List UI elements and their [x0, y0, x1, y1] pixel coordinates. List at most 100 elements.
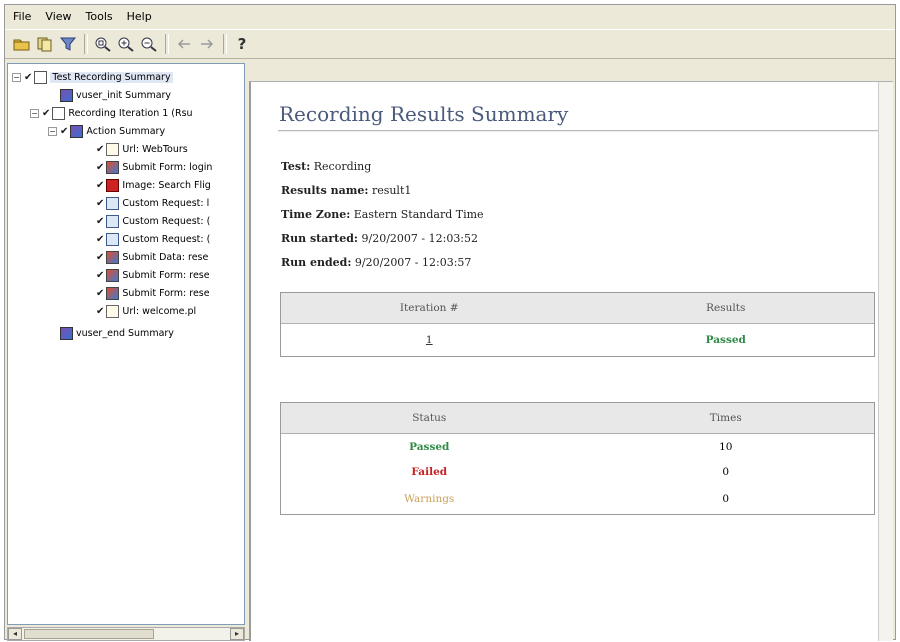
script-icon	[70, 125, 84, 138]
custom-request-icon	[106, 197, 120, 210]
menu-bar: File View Tools Help	[5, 5, 895, 27]
meta-value: 9/20/2007 - 12:03:57	[354, 256, 472, 269]
script-icon	[60, 327, 73, 340]
tree-item-label: vuser_end Summary	[76, 328, 174, 339]
tree-item-vuser-end[interactable]: vuser_end Summary	[60, 326, 174, 341]
tree-item-action-summary[interactable]: − ✔ Action Summary	[48, 124, 165, 139]
url-page-icon	[106, 143, 120, 156]
scroll-thumb[interactable]	[24, 629, 154, 639]
help-label: ?	[237, 35, 247, 53]
check-icon: ✔	[96, 252, 105, 263]
meta-label: Time Zone:	[281, 208, 351, 221]
tree-item-step[interactable]: ✔ Submit Form: rese	[96, 268, 210, 283]
url-page-icon	[106, 305, 120, 318]
image-icon	[106, 179, 120, 192]
iteration-cell: 1	[281, 334, 578, 346]
tree-item-label: Custom Request: (	[122, 216, 211, 227]
submit-form-icon	[106, 269, 120, 282]
check-icon: ✔	[96, 144, 105, 155]
tree-item-label: Custom Request: (	[122, 234, 211, 245]
results-tree[interactable]: − ✔ Test Recording Summary vuser_init Su…	[7, 63, 245, 625]
check-icon: ✔	[96, 306, 105, 317]
script-icon	[60, 89, 73, 102]
iteration-link[interactable]: 1	[426, 334, 433, 346]
menu-file[interactable]: File	[13, 10, 31, 23]
tree-item-label: Custom Request: l	[122, 198, 210, 209]
tree-item-label: Action Summary	[86, 126, 166, 137]
check-icon: ✔	[96, 234, 105, 245]
menu-view[interactable]: View	[45, 10, 71, 23]
meta-label: Results name:	[281, 184, 369, 197]
tree-item-step[interactable]: ✔ Custom Request: l	[96, 196, 209, 211]
custom-request-icon	[106, 233, 120, 246]
submit-form-icon	[106, 287, 120, 300]
check-icon: ✔	[42, 108, 51, 119]
toolbar-separator	[165, 34, 169, 54]
collapse-icon[interactable]: −	[48, 127, 57, 136]
tree-item-step[interactable]: ✔ Image: Search Flig	[96, 178, 211, 193]
status-cell: Warnings	[404, 493, 455, 505]
collapse-icon[interactable]: −	[30, 109, 39, 118]
table-row: Warnings 0	[281, 484, 874, 514]
report-title: Recording Results Summary	[279, 102, 569, 126]
zoom-out-icon[interactable]	[138, 33, 160, 55]
check-icon: ✔	[96, 288, 105, 299]
copy-icon[interactable]	[34, 33, 56, 55]
tree-horizontal-scrollbar[interactable]: ◂ ▸	[7, 627, 245, 641]
times-cell: 10	[719, 440, 733, 453]
tree-item-label: Image: Search Flig	[122, 180, 211, 191]
tree-item-step[interactable]: ✔ Url: WebTours	[96, 142, 188, 157]
check-icon: ✔	[96, 270, 105, 281]
results-viewer-window: File View Tools Help ? − ✔ Test Recordin…	[4, 4, 896, 641]
tree-item-step[interactable]: ✔ Submit Form: rese	[96, 286, 210, 301]
forward-arrow-icon[interactable]	[196, 33, 218, 55]
tree-item-label: vuser_init Summary	[76, 90, 172, 101]
tree-item-vuser-init[interactable]: vuser_init Summary	[60, 88, 171, 103]
status-table: Status Times Passed 10 Failed 0 Warnings…	[280, 402, 875, 515]
meta-value: Eastern Standard Time	[353, 208, 484, 221]
filter-icon[interactable]	[57, 33, 79, 55]
scroll-right-icon[interactable]: ▸	[230, 628, 244, 640]
check-icon: ✔	[96, 216, 105, 227]
meta-run-ended: Run ended: 9/20/2007 - 12:03:57	[281, 256, 471, 269]
open-folder-icon[interactable]	[11, 33, 33, 55]
status-cell: Failed	[411, 465, 448, 478]
column-header: Results	[706, 302, 746, 314]
meta-value: Recording	[313, 160, 372, 173]
meta-label: Test:	[281, 160, 311, 173]
tree-item-step[interactable]: ✔ Custom Request: (	[96, 214, 210, 229]
tree-item-label: Submit Form: rese	[122, 288, 210, 299]
back-arrow-icon[interactable]	[173, 33, 195, 55]
table-row: Failed 0	[281, 459, 874, 484]
tree-item-iteration[interactable]: − ✔ Recording Iteration 1 (Rsu	[30, 106, 193, 121]
custom-request-icon	[106, 215, 120, 228]
menu-help[interactable]: Help	[127, 10, 152, 23]
meta-label: Run ended:	[281, 256, 352, 269]
tree-item-root[interactable]: − ✔ Test Recording Summary	[12, 70, 173, 85]
zoom-in-icon[interactable]	[115, 33, 137, 55]
toolbar: ?	[5, 29, 895, 59]
report-vertical-scrollbar[interactable]	[878, 82, 893, 641]
tree-item-step[interactable]: ✔ Url: welcome.pl	[96, 304, 196, 319]
column-header: Iteration #	[399, 302, 459, 314]
result-cell: Passed	[705, 334, 746, 346]
collapse-icon[interactable]: −	[12, 73, 21, 82]
test-summary-icon	[34, 71, 48, 84]
meta-test: Test: Recording	[281, 160, 371, 173]
report-pane: Recording Results Summary Test: Recordin…	[249, 81, 893, 641]
scroll-left-icon[interactable]: ◂	[8, 628, 22, 640]
meta-value: result1	[371, 184, 412, 197]
column-header: Status	[412, 412, 447, 424]
help-button[interactable]: ?	[231, 33, 253, 55]
meta-run-started: Run started: 9/20/2007 - 12:03:52	[281, 232, 478, 245]
zoom-fit-icon[interactable]	[92, 33, 114, 55]
meta-results-name: Results name: result1	[281, 184, 411, 197]
submit-data-icon	[106, 251, 120, 264]
tree-item-step[interactable]: ✔ Submit Data: rese	[96, 250, 208, 265]
times-cell: 0	[722, 465, 730, 478]
table-header: Iteration # Results	[281, 293, 874, 324]
tree-item-step[interactable]: ✔ Submit Form: login	[96, 160, 212, 175]
tree-item-step[interactable]: ✔ Custom Request: (	[96, 232, 210, 247]
check-icon: ✔	[96, 162, 105, 173]
menu-tools[interactable]: Tools	[86, 10, 113, 23]
